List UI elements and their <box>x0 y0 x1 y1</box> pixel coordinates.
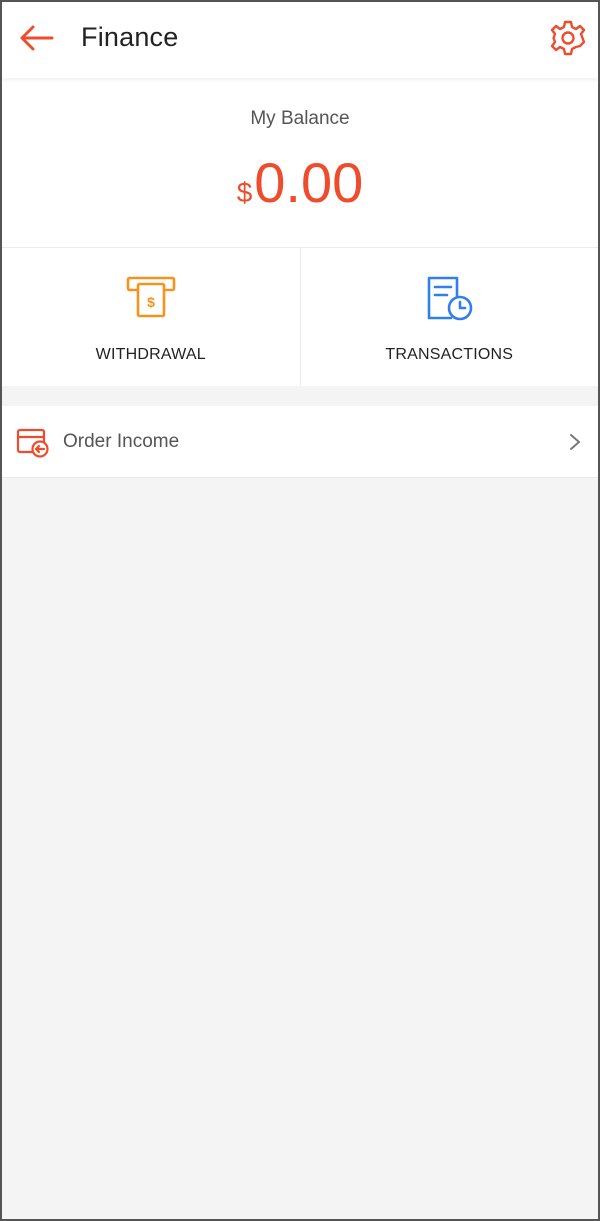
currency-symbol: $ <box>236 177 253 208</box>
svg-text:$: $ <box>147 294 155 310</box>
order-income-row[interactable]: Order Income <box>2 406 598 478</box>
atm-withdrawal-icon: $ <box>126 276 176 318</box>
order-income-label: Order Income <box>63 431 180 452</box>
wallet-arrow-icon <box>16 428 49 458</box>
transactions-label: TRANSACTIONS <box>385 346 514 363</box>
app-header: Finance <box>2 2 598 78</box>
settings-button[interactable] <box>546 16 590 60</box>
arrow-left-icon <box>20 25 54 51</box>
gear-icon <box>550 20 586 56</box>
transactions-button[interactable]: TRANSACTIONS <box>299 248 599 386</box>
finance-actions: $ WITHDRAWAL TRANSACTIONS <box>2 248 598 386</box>
balance-label: My Balance <box>250 108 350 129</box>
withdrawal-label: WITHDRAWAL <box>95 346 206 363</box>
balance-amount: $0.00 <box>2 150 598 215</box>
balance-card: My Balance $0.00 <box>2 78 598 248</box>
back-button[interactable] <box>14 18 58 58</box>
page-title: Finance <box>81 22 179 52</box>
balance-value: 0.00 <box>254 151 364 214</box>
finance-screen: Finance My Balance $0.00 $ WITHDRAWAL TR… <box>0 0 600 1221</box>
withdrawal-button[interactable]: $ WITHDRAWAL <box>2 248 300 386</box>
document-clock-icon <box>427 276 473 321</box>
chevron-right-icon <box>570 434 580 450</box>
